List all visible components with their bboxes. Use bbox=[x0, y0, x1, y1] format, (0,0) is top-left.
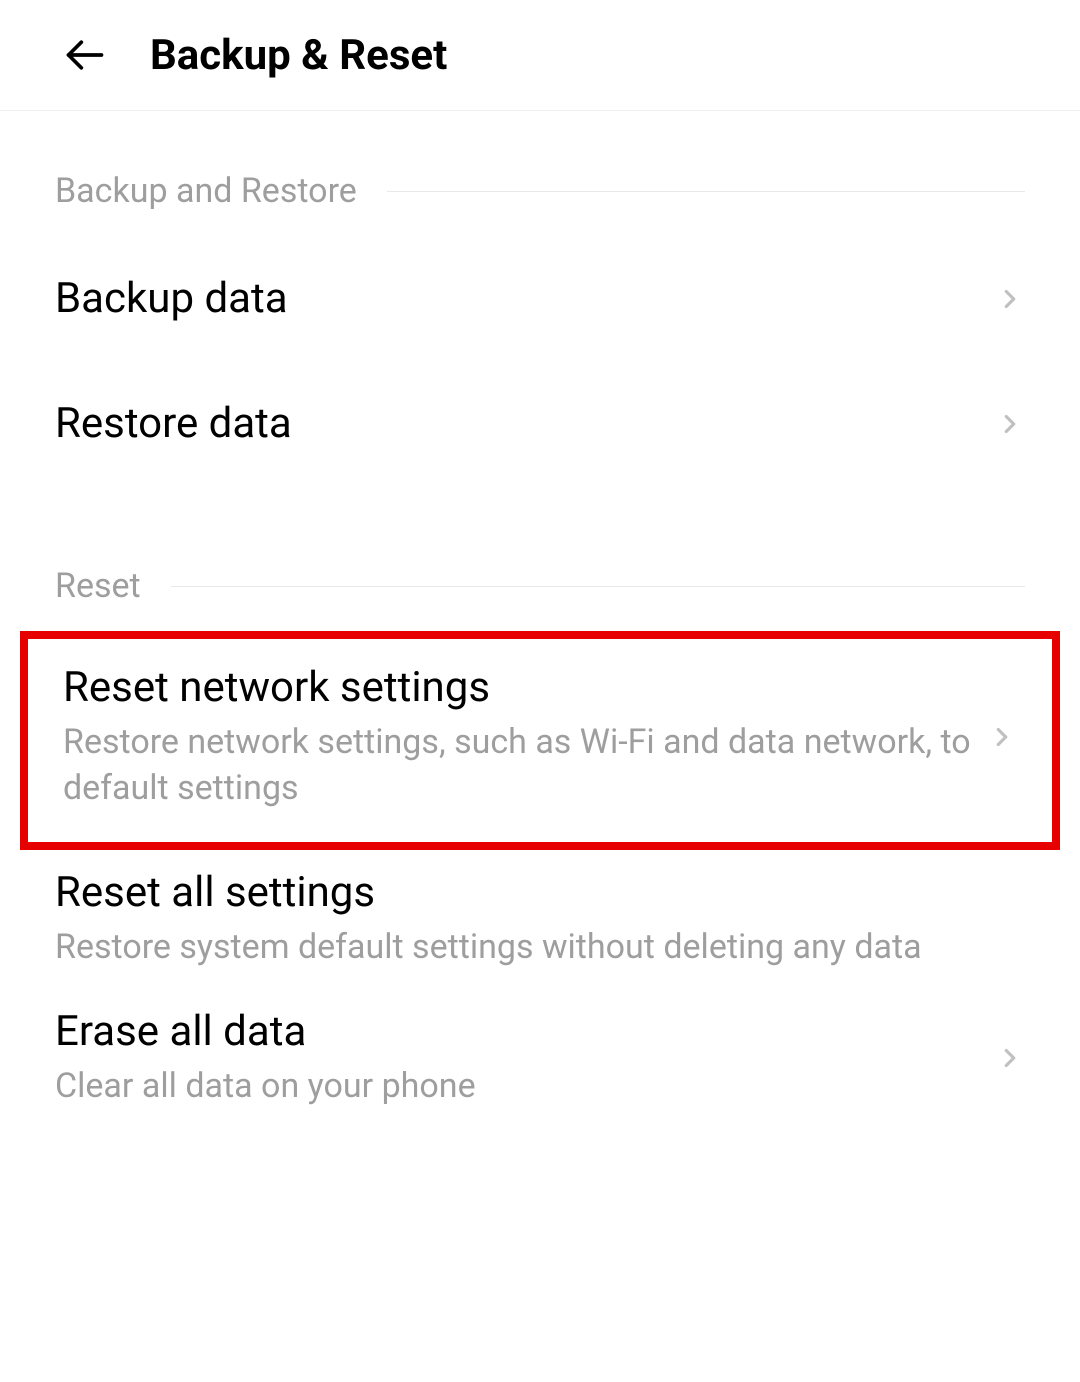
header: Backup & Reset bbox=[0, 0, 1080, 111]
divider bbox=[387, 191, 1025, 192]
section-title-reset: Reset bbox=[55, 566, 141, 606]
divider bbox=[171, 586, 1025, 587]
backup-data-item[interactable]: Backup data bbox=[0, 236, 1080, 361]
list-item-content: Restore data bbox=[55, 399, 995, 448]
list-item-title: Backup data bbox=[55, 274, 995, 323]
section-header-reset: Reset bbox=[0, 566, 1080, 631]
chevron-right-icon bbox=[995, 1043, 1025, 1073]
list-item-subtitle: Restore system default settings without … bbox=[55, 925, 1025, 971]
list-item-title: Restore data bbox=[55, 399, 995, 448]
list-item-content: Reset network settings Restore network s… bbox=[63, 663, 987, 812]
list-item-subtitle: Restore network settings, such as Wi-Fi … bbox=[63, 720, 987, 812]
chevron-right-icon bbox=[995, 409, 1025, 439]
section-gap bbox=[0, 486, 1080, 566]
list-item-content: Backup data bbox=[55, 274, 995, 323]
back-button[interactable] bbox=[60, 30, 110, 80]
arrow-left-icon bbox=[63, 33, 107, 77]
section-title-backup: Backup and Restore bbox=[55, 171, 357, 211]
reset-all-settings-item[interactable]: Reset all settings Restore system defaul… bbox=[0, 850, 1080, 989]
reset-network-settings-item[interactable]: Reset network settings Restore network s… bbox=[20, 631, 1060, 850]
chevron-right-icon bbox=[987, 722, 1017, 752]
content: Backup and Restore Backup data Restore d… bbox=[0, 111, 1080, 1128]
section-header-backup: Backup and Restore bbox=[0, 171, 1080, 236]
page-title: Backup & Reset bbox=[150, 31, 447, 80]
list-item-title: Erase all data bbox=[55, 1007, 995, 1056]
list-item-title: Reset all settings bbox=[55, 868, 1025, 917]
chevron-right-icon bbox=[995, 284, 1025, 314]
list-item-content: Reset all settings Restore system defaul… bbox=[55, 868, 1025, 971]
erase-all-data-item[interactable]: Erase all data Clear all data on your ph… bbox=[0, 989, 1080, 1128]
list-item-content: Erase all data Clear all data on your ph… bbox=[55, 1007, 995, 1110]
list-item-title: Reset network settings bbox=[63, 663, 987, 712]
list-item-subtitle: Clear all data on your phone bbox=[55, 1064, 995, 1110]
restore-data-item[interactable]: Restore data bbox=[0, 361, 1080, 486]
